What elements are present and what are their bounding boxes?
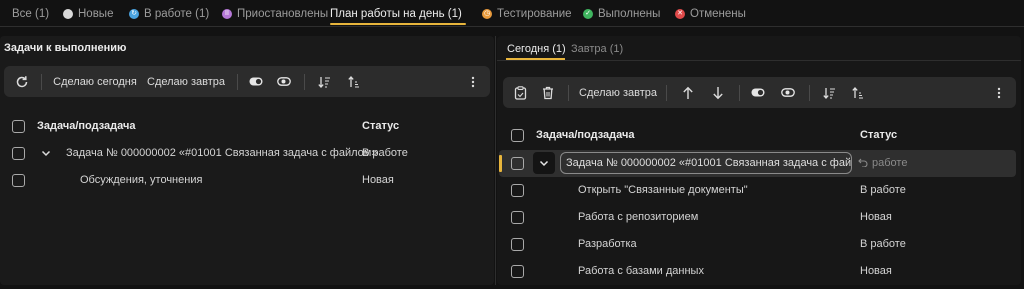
- toggle-on-icon[interactable]: [749, 77, 767, 108]
- arrow-down-icon[interactable]: [709, 77, 727, 108]
- tab-in-progress-label: В работе (1): [144, 7, 210, 20]
- arrow-up-icon[interactable]: [679, 77, 697, 108]
- task-name-edit-field[interactable]: Задача № 000000002 «#01001 Связанная зад…: [560, 152, 852, 174]
- tab-testing[interactable]: ◷ Тестирование: [482, 0, 572, 27]
- tab-tomorrow[interactable]: Завтра (1): [571, 43, 623, 55]
- toolbar-separator: [237, 74, 238, 90]
- tab-day-plan[interactable]: План работы на день (1): [330, 0, 466, 27]
- tab-paused-label: Приостановлены: [237, 7, 329, 20]
- do-tomorrow-button[interactable]: Сделаю завтра: [146, 66, 226, 97]
- testing-icon: ◷: [482, 8, 492, 19]
- select-all-checkbox[interactable]: [511, 129, 524, 142]
- toolbar-separator: [739, 85, 740, 101]
- toggle-off-icon[interactable]: [275, 66, 293, 97]
- more-vertical-icon[interactable]: [464, 66, 482, 97]
- row-checkbox[interactable]: [511, 184, 524, 197]
- task-status: В работе: [860, 184, 906, 196]
- subtask-name[interactable]: Работа с базами данных: [578, 265, 704, 277]
- panel-title: Задачи к выполнению: [4, 42, 127, 54]
- row-checkbox[interactable]: [12, 174, 25, 187]
- task-status: работе: [872, 157, 908, 169]
- left-toolbar: Сделаю сегодня Сделаю завтра: [4, 66, 490, 97]
- sort-descending-icon[interactable]: [315, 66, 333, 97]
- chevron-down-icon[interactable]: [40, 147, 52, 159]
- status-new-icon: [63, 8, 73, 19]
- sort-ascending-icon[interactable]: [849, 77, 867, 108]
- toggle-on-icon[interactable]: [247, 66, 265, 97]
- column-header-status: Статус: [860, 129, 898, 141]
- row-checkbox[interactable]: [511, 265, 524, 278]
- sort-descending-icon[interactable]: [820, 77, 838, 108]
- column-header-status: Статус: [362, 120, 400, 132]
- row-checkbox[interactable]: [511, 157, 524, 170]
- toolbar-separator: [568, 85, 569, 101]
- task-status: Новая: [860, 265, 892, 277]
- pause-icon: II: [222, 8, 232, 19]
- more-vertical-icon[interactable]: [990, 77, 1008, 108]
- selected-row-indicator: [499, 155, 502, 172]
- panel-divider: [495, 36, 496, 285]
- row-checkbox[interactable]: [511, 238, 524, 251]
- do-tomorrow-button[interactable]: Сделаю завтра: [578, 77, 658, 108]
- right-toolbar: Сделаю завтра: [503, 77, 1016, 108]
- subtask-name[interactable]: Разработка: [578, 238, 637, 250]
- tab-today[interactable]: Сегодня (1): [507, 43, 566, 55]
- toggle-off-icon[interactable]: [779, 77, 797, 108]
- tab-all[interactable]: Все (1): [12, 0, 49, 27]
- tab-new[interactable]: Новые: [63, 0, 113, 27]
- clipboard-icon[interactable]: [511, 77, 529, 108]
- task-name[interactable]: Задача № 000000002 «#01001 Связанная зад…: [66, 147, 377, 159]
- refresh-icon[interactable]: [12, 66, 32, 97]
- task-status: Новая: [860, 211, 892, 223]
- tab-in-progress[interactable]: ↻ В работе (1): [129, 0, 209, 27]
- subtask-name[interactable]: Обсуждения, уточнения: [80, 174, 202, 186]
- status-in-progress-icon: ↻: [129, 8, 139, 19]
- tab-cancelled-label: Отменены: [690, 7, 746, 20]
- toolbar-separator: [666, 85, 667, 101]
- row-checkbox[interactable]: [511, 211, 524, 224]
- toolbar-separator: [304, 74, 305, 90]
- tab-done[interactable]: ✓ Выполнены: [583, 0, 660, 27]
- toolbar-separator: [809, 85, 810, 101]
- tasks-to-do-panel: Задачи к выполнению Сделаю сегодня Сдела…: [0, 36, 494, 285]
- tab-testing-label: Тестирование: [497, 7, 572, 20]
- do-today-button[interactable]: Сделаю сегодня: [52, 66, 138, 97]
- status-tab-bar: Все (1) Новые ↻ В работе (1) II Приостан…: [0, 0, 1024, 27]
- tab-all-label: Все (1): [12, 7, 50, 20]
- tab-paused[interactable]: II Приостановлены: [222, 0, 328, 27]
- subtask-name[interactable]: Открыть "Связанные документы": [578, 184, 748, 196]
- tab-done-label: Выполнены: [598, 7, 661, 20]
- chevron-down-icon[interactable]: [533, 152, 555, 174]
- task-status: Новая: [362, 174, 394, 186]
- active-subtab-indicator: [506, 58, 565, 60]
- check-icon: ✓: [583, 8, 593, 19]
- undo-icon[interactable]: [858, 157, 868, 167]
- task-status: В работе: [860, 238, 906, 250]
- tab-cancelled[interactable]: ✕ Отменены: [675, 0, 746, 27]
- task-status: В работе: [362, 147, 408, 159]
- row-checkbox[interactable]: [12, 147, 25, 160]
- subtab-divider: [497, 60, 1021, 61]
- select-all-checkbox[interactable]: [12, 120, 25, 133]
- subtask-name[interactable]: Работа с репозиторием: [578, 211, 698, 223]
- column-header-task: Задача/подзадача: [536, 129, 635, 141]
- sort-ascending-icon[interactable]: [345, 66, 363, 97]
- tab-day-plan-label: План работы на день (1): [330, 7, 462, 20]
- trash-icon[interactable]: [539, 77, 557, 108]
- cancel-icon: ✕: [675, 8, 685, 19]
- toolbar-separator: [41, 74, 42, 90]
- active-tab-indicator: [330, 23, 466, 25]
- tab-new-label: Новые: [78, 7, 114, 20]
- column-header-task: Задача/подзадача: [37, 120, 136, 132]
